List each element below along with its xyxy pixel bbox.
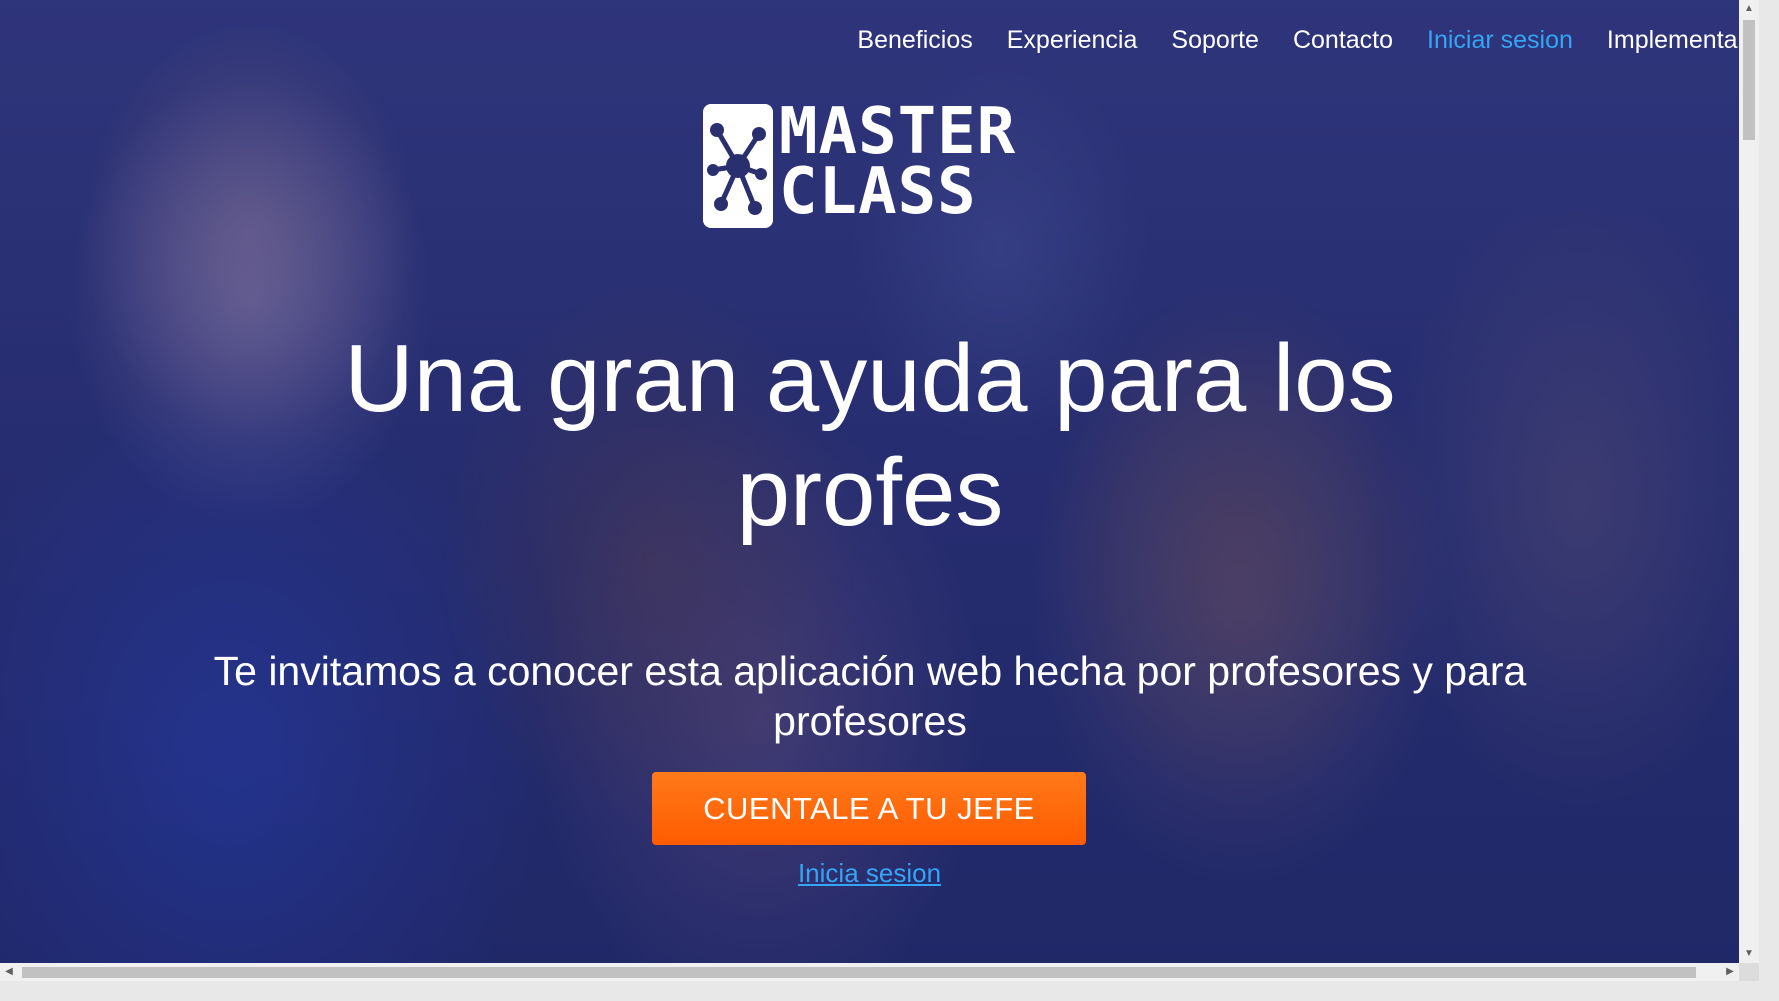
scroll-down-arrow-icon[interactable]: ▼ [1739,945,1759,963]
nav-link-experiencia[interactable]: Experiencia [1007,22,1138,58]
nav-link-soporte[interactable]: Soporte [1171,22,1259,58]
nav-link-iniciar-sesion[interactable]: Iniciar sesion [1427,22,1573,58]
inicia-sesion-link[interactable]: Inicia sesion [798,858,941,888]
nav-link-beneficios[interactable]: Beneficios [857,22,972,58]
logo-wordmark: MASTER CLASS [779,95,1017,229]
scrollbar-corner [1739,963,1759,981]
scroll-right-arrow-icon[interactable]: ▶ [1721,963,1739,981]
top-navigation: Beneficios Experiencia Soporte Contacto … [0,22,1759,58]
vertical-scrollbar[interactable]: ▲ ▼ [1739,0,1759,981]
hero-subtitle: Te invitamos a conocer esta aplicación w… [213,648,1527,744]
network-molecule-icon [703,104,773,228]
logo-word-master: MASTER [779,95,1017,169]
logo-word-class: CLASS [779,155,977,229]
horizontal-scrollbar[interactable]: ◀ ▶ [0,963,1739,981]
hero-headline: Una gran ayuda para los profes [344,325,1396,546]
horizontal-scroll-thumb[interactable] [22,967,1696,978]
scroll-left-arrow-icon[interactable]: ◀ [0,963,18,981]
scroll-up-arrow-icon[interactable]: ▲ [1739,0,1759,18]
login-link-container: Inicia sesion [0,858,1739,889]
vertical-scroll-thumb[interactable] [1743,20,1755,140]
cuentale-a-tu-jefe-button[interactable]: CUENTALE A TU JEFE [652,772,1086,845]
nav-link-contacto[interactable]: Contacto [1293,22,1393,58]
browser-viewport: Beneficios Experiencia Soporte Contacto … [0,0,1759,981]
masterclass-logo[interactable]: MASTER CLASS [703,95,1037,230]
nav-link-implementalo[interactable]: Implementalo [1607,22,1757,58]
